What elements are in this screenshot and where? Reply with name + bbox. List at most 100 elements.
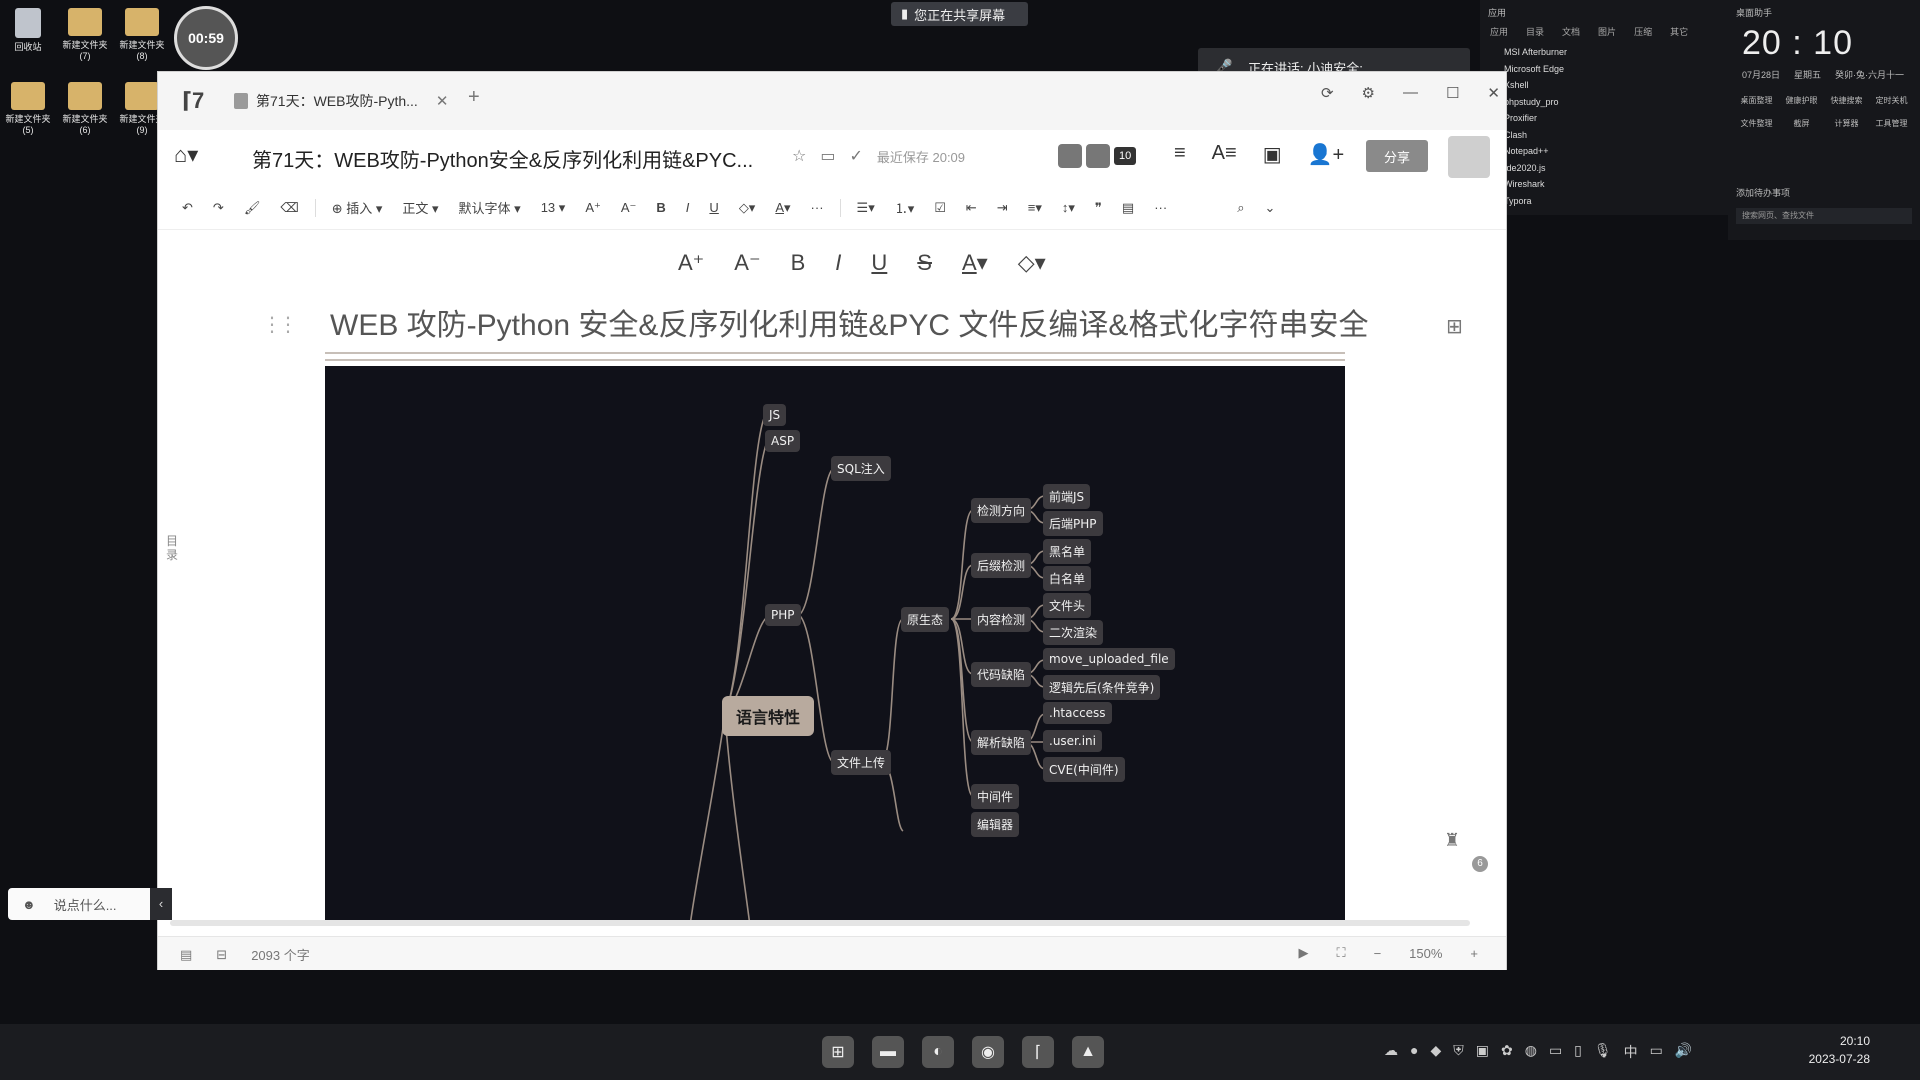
app-tray-icon[interactable]: ▭	[1549, 1042, 1562, 1062]
decrease-font-icon[interactable]: A⁻	[734, 250, 760, 276]
add-task-button[interactable]: 添加待办事项	[1736, 186, 1790, 199]
folder-icon[interactable]: ▭	[820, 146, 835, 166]
zoom-in-button[interactable]: +	[1470, 946, 1478, 961]
align-icon[interactable]: ≡▾	[1024, 198, 1046, 218]
widget-tool[interactable]: 截屏	[1779, 118, 1824, 129]
launcher-app-item[interactable]: Notepad++	[1504, 143, 1730, 160]
numbered-list-icon[interactable]: ⒈▾	[891, 196, 919, 219]
widget-tool[interactable]: 快捷搜索	[1824, 95, 1869, 106]
decrease-font-icon[interactable]: A⁻	[617, 198, 641, 218]
bullet-list-icon[interactable]: ☰▾	[853, 198, 879, 218]
add-comment-icon[interactable]: ⊞	[1446, 314, 1463, 339]
app-tray-icon[interactable]: ◆	[1430, 1042, 1441, 1062]
font-color-icon[interactable]: A▾	[962, 250, 988, 276]
fullscreen-icon[interactable]: ⛶	[1336, 945, 1345, 961]
font-color-icon[interactable]: A▾	[771, 198, 794, 218]
launcher-app-item[interactable]: Clash	[1504, 127, 1730, 144]
document-title[interactable]: 第71天：WEB攻防-Python安全&反序列化利用链&PYC...	[252, 144, 753, 173]
share-button[interactable]: 分享	[1366, 140, 1428, 172]
app-tray-icon[interactable]: ▯	[1574, 1042, 1582, 1062]
toc-tab[interactable]: 目录	[166, 534, 180, 562]
document-tab[interactable]: 第71天：WEB攻防-Pyth... ✕	[234, 86, 448, 116]
emoji-icon[interactable]: ☻	[22, 897, 36, 912]
widget-tool[interactable]: 文件整理	[1734, 118, 1779, 129]
launcher-app-item[interactable]: Ide2020.js	[1504, 160, 1730, 177]
recording-timer[interactable]: 00:59	[174, 6, 238, 70]
desktop-folder-7[interactable]: 新建文件夹 (7)	[57, 8, 113, 61]
indent-icon[interactable]: ⇥	[993, 198, 1012, 218]
launcher-app-item[interactable]: Xshell	[1504, 77, 1730, 94]
widget-tool[interactable]: 桌面整理	[1734, 95, 1779, 106]
start-icon[interactable]: ⊞	[822, 1036, 854, 1068]
launcher-tab[interactable]: 目录	[1526, 25, 1544, 38]
font-size-select[interactable]: 13 ▾	[537, 198, 570, 218]
redo-icon[interactable]: ↷	[209, 198, 228, 218]
desktop-folder-8[interactable]: 新建文件夹 (8)	[114, 8, 170, 61]
horizontal-scrollbar[interactable]	[170, 920, 1470, 926]
bold-icon[interactable]: B	[791, 250, 806, 276]
volume-icon[interactable]: 🔊	[1675, 1042, 1692, 1062]
theme-icon[interactable]: ♜	[1444, 830, 1460, 851]
desktop-folder-6[interactable]: 新建文件夹 (6)	[57, 82, 113, 135]
menu-icon[interactable]: ≡	[1174, 142, 1186, 167]
highlight-icon[interactable]: ◇▾	[735, 198, 760, 218]
widget-search-input[interactable]: 搜索网页、查找文件	[1736, 208, 1912, 224]
line-spacing-icon[interactable]: ↕▾	[1058, 198, 1079, 218]
launcher-tab[interactable]: 文档	[1562, 25, 1580, 38]
highlight-icon[interactable]: ◇▾	[1018, 250, 1046, 276]
text-style-icon[interactable]: A≡	[1212, 142, 1237, 167]
network-icon[interactable]: ▭	[1650, 1042, 1663, 1062]
shield-icon[interactable]: ⛨	[1453, 1042, 1464, 1062]
launcher-tab[interactable]: 压缩	[1634, 25, 1652, 38]
widget-tool[interactable]: 定时关机	[1869, 95, 1914, 106]
screen-share-banner[interactable]: ▮ 您正在共享屏幕	[891, 2, 1028, 26]
notification-badge[interactable]: 6	[1472, 856, 1488, 872]
launcher-tab[interactable]: 其它	[1670, 25, 1688, 38]
app-tray-icon[interactable]: ●	[1410, 1042, 1418, 1062]
sync-icon[interactable]: ⟳	[1321, 84, 1334, 102]
quote-icon[interactable]: ❞	[1091, 198, 1106, 218]
launcher-app-item[interactable]: Proxifier	[1504, 110, 1730, 127]
more-icon[interactable]: ···	[1150, 198, 1171, 217]
format-painter-icon[interactable]: 🖌	[240, 198, 265, 218]
file-explorer-icon[interactable]: ▬	[872, 1036, 904, 1068]
system-clock[interactable]: 20:10 2023-07-28	[1809, 1032, 1870, 1068]
launcher-app-item[interactable]: phpstudy_pro	[1504, 94, 1730, 111]
close-tab-icon[interactable]: ✕	[436, 92, 449, 110]
launcher-app-item[interactable]: Typora	[1504, 193, 1730, 210]
launcher-app-item[interactable]: Microsoft Edge	[1504, 61, 1730, 78]
chrome-icon[interactable]: ◉	[972, 1036, 1004, 1068]
settings-icon[interactable]: ⚙	[1362, 84, 1375, 102]
page-layout-icon[interactable]: ⊟	[216, 947, 227, 963]
underline-icon[interactable]: U	[871, 250, 887, 276]
increase-font-icon[interactable]: A⁺	[581, 198, 605, 218]
user-avatar[interactable]	[1448, 136, 1490, 178]
search-icon[interactable]: ⌕	[1233, 198, 1248, 218]
chevron-left-icon[interactable]: ‹	[150, 888, 172, 920]
desktop-folder-5[interactable]: 新建文件夹 (5)	[0, 82, 56, 135]
launcher-tab[interactable]: 图片	[1598, 25, 1616, 38]
edge-icon[interactable]: ◐	[922, 1036, 954, 1068]
zoom-out-button[interactable]: −	[1374, 946, 1382, 961]
launcher-app-item[interactable]: Wireshark	[1504, 176, 1730, 193]
play-icon[interactable]: ▶	[1298, 945, 1308, 961]
close-window-button[interactable]: ✕	[1487, 84, 1500, 102]
paragraph-style-select[interactable]: 正文 ▾	[398, 196, 442, 219]
collaborators[interactable]: 10	[1058, 144, 1137, 168]
ime-indicator[interactable]: 中	[1624, 1042, 1638, 1062]
undo-icon[interactable]: ↶	[178, 198, 197, 218]
cloud-icon[interactable]: ☁	[1384, 1042, 1398, 1062]
app-tray-icon[interactable]: ◍	[1525, 1042, 1537, 1062]
new-tab-button[interactable]: +	[468, 86, 480, 109]
checklist-icon[interactable]: ☑	[930, 198, 950, 218]
chat-input[interactable]: ☻ 说点什么... ‹	[8, 888, 172, 920]
app-logo-icon[interactable]: ⌈7	[182, 88, 208, 114]
drag-handle-icon[interactable]: ⋮⋮	[262, 312, 298, 337]
word-count[interactable]: 2093 个字	[251, 945, 310, 964]
app-tray-icon[interactable]: ✿	[1501, 1042, 1513, 1062]
insert-button[interactable]: ⊕ 插入 ▾	[328, 196, 387, 219]
underline-icon[interactable]: U	[705, 198, 722, 217]
docs-app-icon[interactable]: ⌈	[1022, 1036, 1054, 1068]
zoom-level[interactable]: 150%	[1409, 946, 1442, 961]
photos-icon[interactable]: ▲	[1072, 1036, 1104, 1068]
